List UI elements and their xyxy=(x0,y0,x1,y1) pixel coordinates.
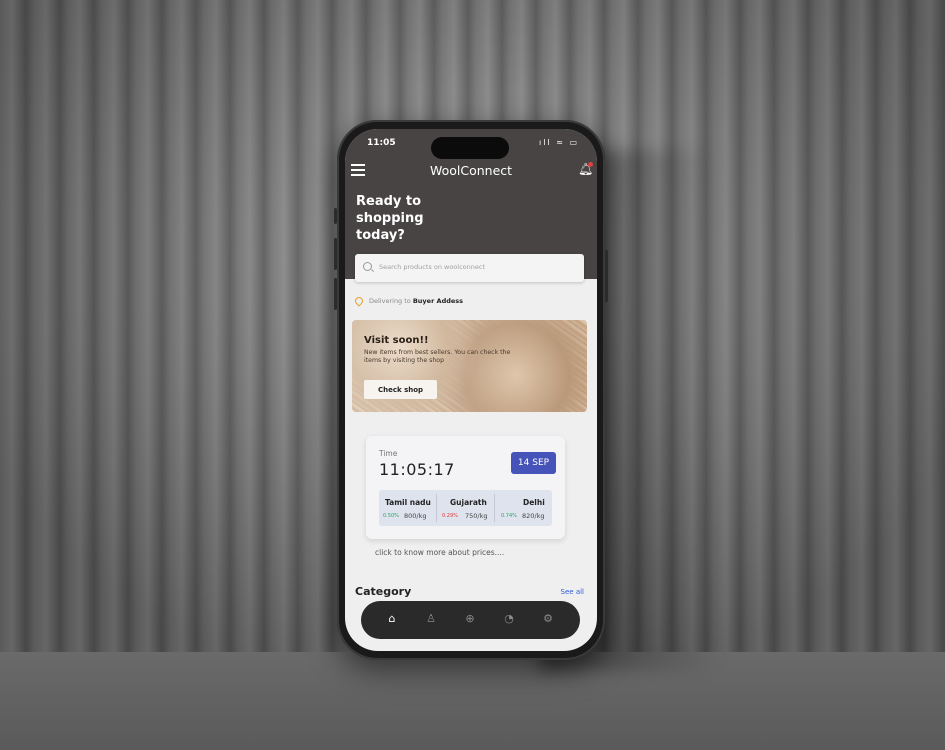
time-card: Time 11:05:17 14 SEP Tamil nadu 0.50% 80… xyxy=(366,436,565,539)
price-change: 0.29% xyxy=(442,513,458,519)
price-region: Gujarath xyxy=(450,498,487,507)
delivery-address[interactable]: Delivering to Buyer Addess xyxy=(353,295,464,307)
time-label: Time xyxy=(379,449,398,458)
price-item[interactable]: Gujarath 0.29% 750/kg xyxy=(437,490,494,526)
action-button xyxy=(334,208,337,224)
promo-banner[interactable]: Visit soon!! New items from best sellers… xyxy=(352,320,587,412)
delivery-prefix: Delivering to xyxy=(369,297,413,305)
prices-link[interactable]: click to know more about prices.... xyxy=(375,548,504,557)
settings-icon[interactable]: ⚙ xyxy=(541,612,555,626)
notification-dot xyxy=(588,162,593,167)
price-change: 0.50% xyxy=(383,513,399,519)
price-region: Delhi xyxy=(523,498,545,507)
status-time: 11:05 xyxy=(367,138,396,148)
dynamic-island xyxy=(431,137,509,159)
phone-frame: 11:05 ıll ≈ ▭ WoolConnect 🔔︎ Ready to sh… xyxy=(334,120,608,660)
price-item[interactable]: Delhi 0.74% 820/kg xyxy=(495,490,552,526)
check-shop-button[interactable]: Check shop xyxy=(364,380,437,399)
price-value: 820/kg xyxy=(522,512,545,520)
date-badge: 14 SEP xyxy=(511,452,556,474)
user-icon[interactable]: ♙ xyxy=(424,612,438,626)
price-value: 750/kg xyxy=(465,512,488,520)
category-title: Category xyxy=(355,585,412,598)
price-item[interactable]: Tamil nadu 0.50% 800/kg xyxy=(379,490,436,526)
delivery-address-value: Buyer Addess xyxy=(412,297,464,305)
search-icon xyxy=(363,262,372,271)
price-strip[interactable]: Tamil nadu 0.50% 800/kg Gujarath 0.29% 7… xyxy=(379,490,552,526)
bottom-nav: ⌂ ♙ ⊕ ◔ ⚙ xyxy=(361,601,580,639)
add-icon[interactable]: ⊕ xyxy=(463,612,477,626)
hero-heading: Ready to shopping today? xyxy=(356,194,424,243)
volume-down-button xyxy=(334,278,337,310)
app-screen: 11:05 ıll ≈ ▭ WoolConnect 🔔︎ Ready to sh… xyxy=(345,129,597,651)
see-all-link[interactable]: See all xyxy=(561,588,584,596)
price-region: Tamil nadu xyxy=(385,498,431,507)
search-input[interactable]: Search products on woolconnect xyxy=(355,254,584,282)
home-icon[interactable]: ⌂ xyxy=(385,612,399,626)
location-pin-icon xyxy=(353,295,365,307)
chart-icon[interactable]: ◔ xyxy=(502,612,516,626)
volume-up-button xyxy=(334,238,337,270)
price-change: 0.74% xyxy=(501,513,517,519)
status-icons: ıll ≈ ▭ xyxy=(538,138,579,147)
banner-title: Visit soon!! xyxy=(364,335,429,346)
current-time: 11:05:17 xyxy=(379,460,455,479)
banner-subtitle: New items from best sellers. You can che… xyxy=(364,349,511,364)
power-button xyxy=(605,250,608,302)
background-floor xyxy=(0,652,945,750)
price-value: 800/kg xyxy=(404,512,427,520)
app-title: WoolConnect xyxy=(429,163,513,178)
search-placeholder: Search products on woolconnect xyxy=(379,262,485,271)
